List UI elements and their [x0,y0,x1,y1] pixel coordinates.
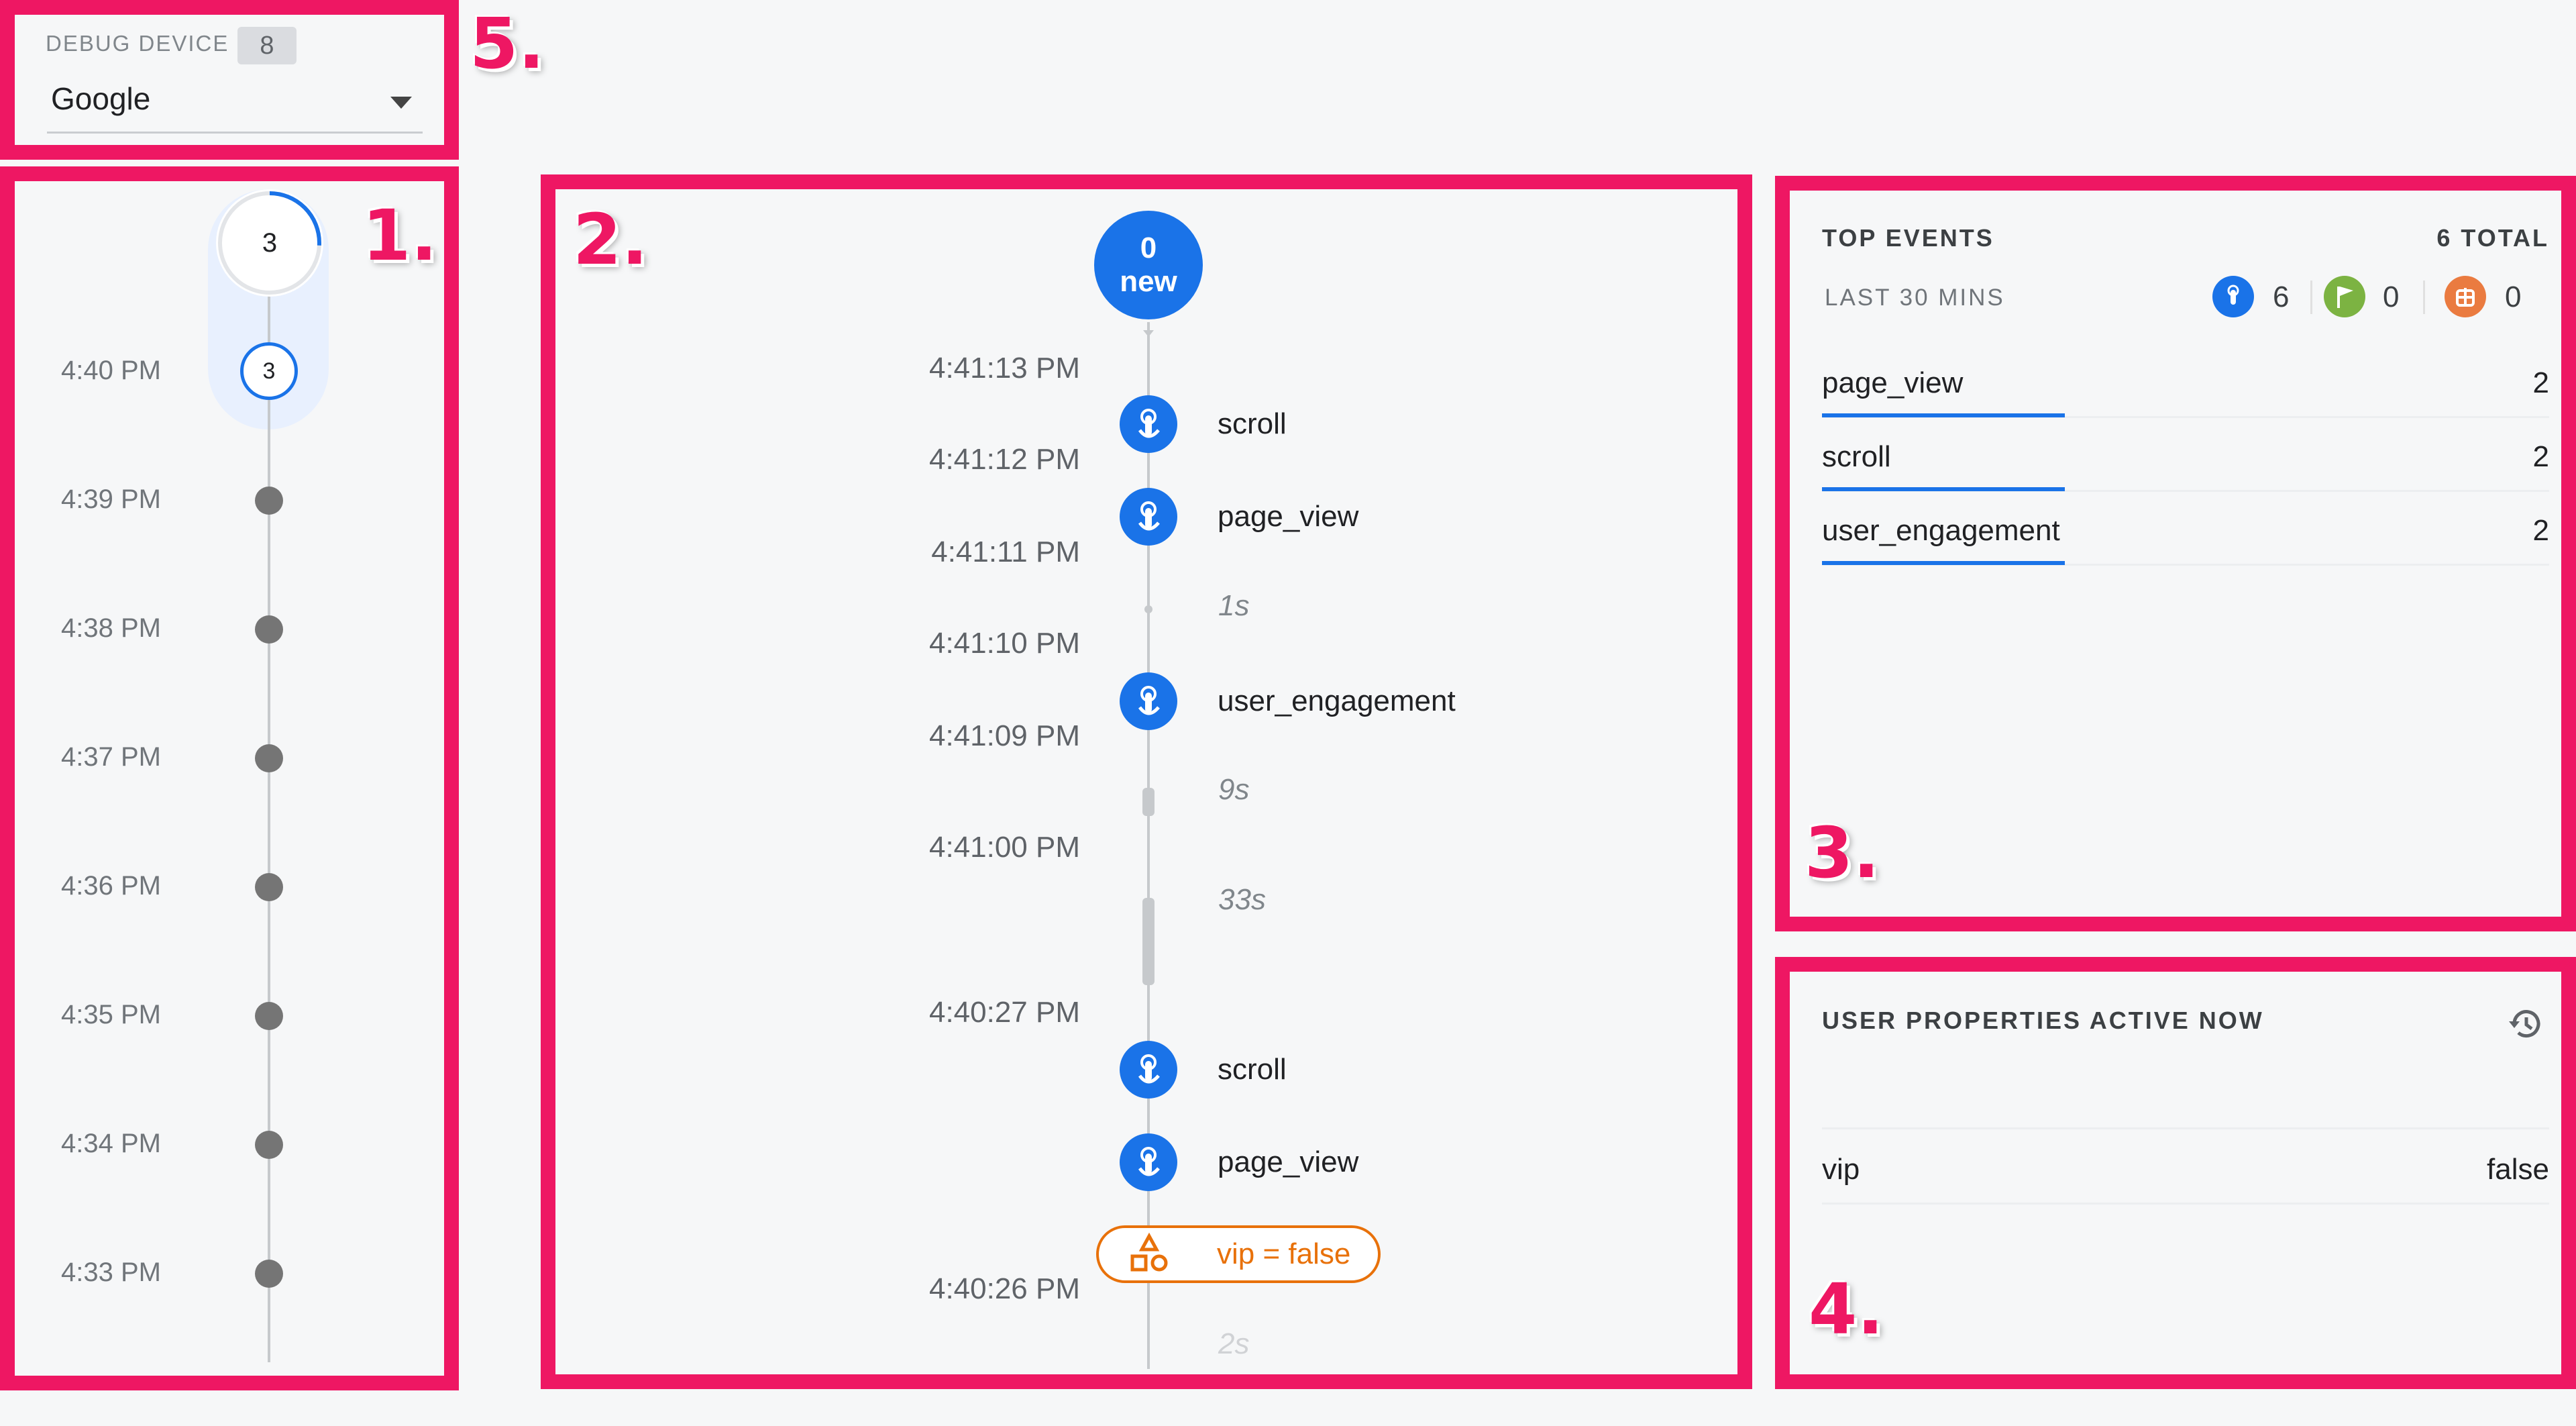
callout-label-2: 2. [573,199,648,281]
top-event-name: scroll [1822,440,1891,473]
count-separator [2310,281,2312,314]
minute-time: 4:33 PM [61,1258,161,1287]
seconds-ring-count: 3 [262,227,278,258]
minute-dot [255,1131,283,1159]
callout-label-4: 4. [1809,1268,1884,1350]
debug-device-count-badge: 8 [237,27,297,64]
stream-time: 4:41:09 PM [928,719,1080,752]
history-icon[interactable] [2505,1003,2548,1046]
user-property-text: vip = false [1217,1237,1351,1270]
minute-dot [255,1260,283,1288]
time-gap: 9s [1218,773,1250,806]
minute-dot [255,1002,283,1030]
callout-frame-2 [541,174,1752,1389]
event-name: scroll [1218,1053,1287,1086]
debug-device-dropdown[interactable]: Google [47,75,423,136]
user-property-key: vip [1822,1153,1860,1186]
top-event-name: user_engagement [1822,514,2060,547]
touch-icon [1120,488,1177,546]
touch-icon [1120,1133,1177,1191]
callout-label-3: 3. [1805,812,1880,894]
event-name: scroll [1218,407,1287,440]
touch-icon [1120,395,1177,453]
minutes-timeline-line [268,295,270,1362]
top-events-total: 6 TOTAL [2436,224,2549,252]
gap-bar [1142,788,1155,816]
event-type-icon[interactable] [2212,276,2254,317]
callout-label-5: 5. [470,3,545,85]
stream-event[interactable]: scroll [1120,395,1522,453]
minute-time-current: 4:40 PM [61,356,161,385]
top-events-title: TOP EVENTS [1822,224,1994,252]
time-gap: 33s [1218,883,1266,916]
stream-arrow-icon [1143,330,1154,337]
minute-time: 4:35 PM [61,1000,161,1029]
top-event-bar [1822,487,2065,491]
stream-time: 4:41:11 PM [931,536,1080,568]
row-divider [1822,1203,2549,1205]
stream-event[interactable]: page_view [1120,1133,1522,1191]
seconds-ring[interactable]: 3 [216,189,323,297]
event-name: user_engagement [1218,684,1456,717]
time-gap: 2s [1218,1327,1250,1360]
top-event-name: page_view [1822,366,1964,399]
top-event-bar [1822,413,2065,417]
gap-bar [1142,898,1155,985]
touch-icon [1120,1041,1177,1099]
new-events-count: 0 [1140,232,1157,264]
stream-time: 4:40:27 PM [928,996,1080,1029]
stream-timeline-line [1147,322,1150,1369]
minute-dot [255,487,283,515]
errors-count: 0 [2505,281,2522,313]
minute-dot [255,873,283,901]
stream-time: 4:41:10 PM [928,627,1080,660]
top-event-bar [1822,561,2065,565]
flag-icon[interactable] [2324,276,2365,317]
user-property-icon [1130,1232,1168,1272]
row-divider [1822,1127,2549,1129]
event-name: page_view [1218,1145,1359,1178]
stream-event[interactable]: user_engagement [1120,672,1589,730]
user-properties-title: USER PROPERTIES ACTIVE NOW [1822,1007,2264,1034]
debug-device-label: DEBUG DEVICE [46,31,229,56]
minute-dot [255,744,283,772]
minute-dot [255,615,283,644]
minute-time: 4:38 PM [61,613,161,643]
minute-time: 4:39 PM [61,485,161,514]
events-count: 6 [2273,281,2290,313]
top-event-count: 2 [2532,514,2549,547]
stream-time: 4:41:12 PM [928,443,1080,476]
error-icon[interactable] [2445,276,2486,317]
time-gap: 1s [1218,589,1250,622]
stream-time: 4:40:26 PM [928,1272,1080,1305]
chevron-down-icon[interactable] [390,97,412,109]
current-minute-bubble[interactable]: 3 [240,342,298,400]
top-event-count: 2 [2532,366,2549,399]
user-property-pill[interactable]: vip = false [1096,1225,1381,1283]
top-events-period: LAST 30 MINS [1825,285,2005,311]
event-name: page_view [1218,500,1359,533]
minute-time: 4:37 PM [61,742,161,772]
touch-icon [1120,672,1177,730]
user-property-value: false [2487,1153,2549,1186]
callout-label-1: 1. [362,195,437,276]
stream-event[interactable]: page_view [1120,488,1522,546]
new-events-badge[interactable]: 0 new [1094,211,1203,319]
count-separator [2423,281,2425,314]
minute-time: 4:36 PM [61,871,161,901]
new-events-label: new [1120,265,1177,298]
top-event-count: 2 [2532,440,2549,473]
dropdown-underline [47,132,423,134]
stream-time: 4:41:13 PM [928,352,1080,385]
gap-marker [1144,605,1152,613]
stream-event[interactable]: scroll [1120,1041,1522,1099]
conversions-count: 0 [2383,281,2400,313]
debug-device-selected: Google [51,81,151,116]
minute-time: 4:34 PM [61,1129,161,1158]
stream-time: 4:41:00 PM [928,831,1080,864]
